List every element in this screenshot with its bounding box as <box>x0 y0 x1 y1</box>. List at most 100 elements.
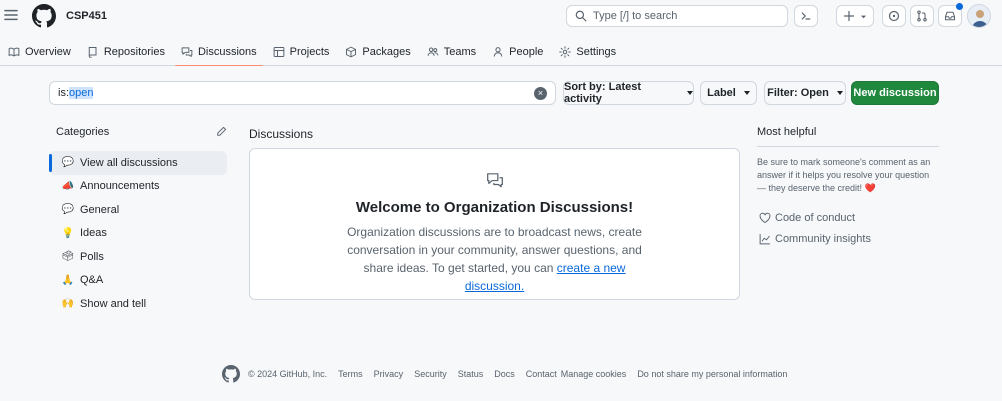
category-emoji-icon: 📣 <box>61 180 75 192</box>
new-discussion-button[interactable]: New discussion <box>851 81 939 105</box>
filter-value: is:open <box>58 87 94 99</box>
plus-icon <box>843 10 855 22</box>
category-label: General <box>80 203 120 216</box>
terminal-icon <box>800 10 812 22</box>
command-palette-button[interactable] <box>794 5 818 27</box>
chevron-down-icon <box>860 13 867 20</box>
inbox-icon <box>944 10 956 22</box>
most-helpful-heading: Most helpful <box>757 126 817 138</box>
pull-requests-button[interactable] <box>910 5 934 27</box>
github-logo-icon[interactable] <box>222 365 240 383</box>
footer-link-manage-cookies[interactable]: Manage cookies <box>561 369 627 379</box>
category-show-and-tell[interactable]: 🙌 Show and tell <box>49 292 227 316</box>
tab-label: Overview <box>25 46 71 58</box>
category-list: 💬 View all discussions 📣 Announcements 💬… <box>49 151 227 316</box>
footer-link-privacy[interactable]: Privacy <box>374 369 404 379</box>
link-label: Code of conduct <box>775 212 856 224</box>
code-of-conduct-link[interactable]: Code of conduct <box>759 212 855 224</box>
tab-people[interactable]: People <box>484 39 551 65</box>
category-emoji-icon: 🙏 <box>61 274 75 286</box>
tab-label: Packages <box>362 46 411 58</box>
category-polls[interactable]: 🗳 Polls <box>49 245 227 269</box>
book-icon <box>8 46 25 58</box>
menu-icon[interactable] <box>4 8 18 22</box>
label-label: Label <box>707 87 736 99</box>
heart-outline-icon <box>759 212 771 224</box>
category-label: Q&A <box>80 274 104 287</box>
footer-link-status[interactable]: Status <box>458 369 484 379</box>
category-view-all[interactable]: 💬 View all discussions <box>49 151 227 175</box>
tab-projects[interactable]: Projects <box>265 39 338 65</box>
sort-dropdown[interactable]: Sort by: Latest activity <box>563 81 694 105</box>
category-announcements[interactable]: 📣 Announcements <box>49 175 227 199</box>
tab-repositories[interactable]: Repositories <box>79 39 173 65</box>
category-emoji-icon: 🗳 <box>61 251 75 263</box>
discussion-filter-input[interactable]: is:open × <box>49 81 556 105</box>
copyright-text: © 2024 GitHub, Inc. <box>248 369 328 379</box>
create-new-button[interactable] <box>836 5 874 27</box>
org-nav-tabs: Overview Repositories Discussions Projec… <box>0 38 1002 67</box>
chevron-down-icon <box>687 91 693 95</box>
category-general[interactable]: 💬 General <box>49 198 227 222</box>
repo-icon <box>87 46 104 58</box>
tab-discussions[interactable]: Discussions <box>173 39 265 67</box>
footer-link-security[interactable]: Security <box>414 369 447 379</box>
footer-link-contact[interactable]: Contact <box>526 369 557 379</box>
gear-icon <box>559 46 576 58</box>
discussions-icon <box>181 46 198 58</box>
tab-label: People <box>509 46 544 58</box>
tab-overview[interactable]: Overview <box>0 39 79 65</box>
heart-icon: ❤️ <box>864 183 876 193</box>
search-icon <box>575 10 593 22</box>
pencil-icon[interactable] <box>216 126 227 137</box>
search-placeholder: Type [/] to search <box>593 10 678 22</box>
category-emoji-icon: 💡 <box>61 227 75 239</box>
category-label: Announcements <box>80 180 160 193</box>
category-emoji-icon: 🙌 <box>61 298 75 310</box>
people-icon <box>427 46 444 58</box>
community-insights-link[interactable]: Community insights <box>759 233 871 245</box>
tab-label: Teams <box>443 46 477 58</box>
issues-button[interactable] <box>882 5 906 27</box>
chevron-down-icon <box>836 91 843 95</box>
sort-label: Sort by: Latest activity <box>564 81 642 105</box>
category-ideas[interactable]: 💡 Ideas <box>49 222 227 246</box>
welcome-text: Organization discussions are to broadcas… <box>335 223 654 295</box>
categories-heading: Categories <box>56 126 110 138</box>
welcome-blankslate: Welcome to Organization Discussions! Org… <box>249 148 740 300</box>
tab-packages[interactable]: Packages <box>337 39 418 65</box>
footer-link-docs[interactable]: Docs <box>494 369 515 379</box>
footer-link-do-not-share[interactable]: Do not share my personal information <box>637 369 787 379</box>
divider <box>757 146 939 147</box>
org-name[interactable]: CSP451 <box>66 10 107 22</box>
github-logo-icon[interactable] <box>32 4 56 28</box>
label-dropdown[interactable]: Label <box>700 81 757 105</box>
most-helpful-text: Be sure to mark someone's comment as an … <box>757 156 939 195</box>
footer: © 2024 GitHub, Inc. Terms Privacy Securi… <box>222 365 798 383</box>
tab-label: Discussions <box>197 46 257 58</box>
link-label: Community insights <box>775 233 871 245</box>
tab-label: Settings <box>576 46 617 58</box>
category-qa[interactable]: 🙏 Q&A <box>49 269 227 293</box>
notification-indicator <box>956 3 963 10</box>
issue-opened-icon <box>888 10 900 22</box>
search-input[interactable]: Type [/] to search <box>566 5 788 27</box>
category-label: Ideas <box>80 227 107 240</box>
chevron-down-icon <box>743 91 750 95</box>
clear-filter-icon[interactable]: × <box>534 87 547 100</box>
package-icon <box>345 46 362 58</box>
category-label: Polls <box>80 250 104 263</box>
filter-dropdown[interactable]: Filter: Open <box>764 81 846 105</box>
global-header: CSP451 Type [/] to search Overview Repos… <box>0 0 1002 67</box>
welcome-title: Welcome to Organization Discussions! <box>355 199 634 216</box>
filter-label: Filter: Open <box>767 87 829 99</box>
avatar[interactable] <box>967 4 991 28</box>
category-label: Show and tell <box>80 297 147 310</box>
tab-teams[interactable]: Teams <box>419 39 484 65</box>
discussions-heading: Discussions <box>249 127 314 141</box>
tab-settings[interactable]: Settings <box>551 39 624 65</box>
discussions-icon <box>486 171 504 189</box>
discussions-page: is:open × Sort by: Latest activity Label… <box>0 66 1002 401</box>
category-label: View all discussions <box>80 156 178 169</box>
footer-link-terms[interactable]: Terms <box>338 369 363 379</box>
